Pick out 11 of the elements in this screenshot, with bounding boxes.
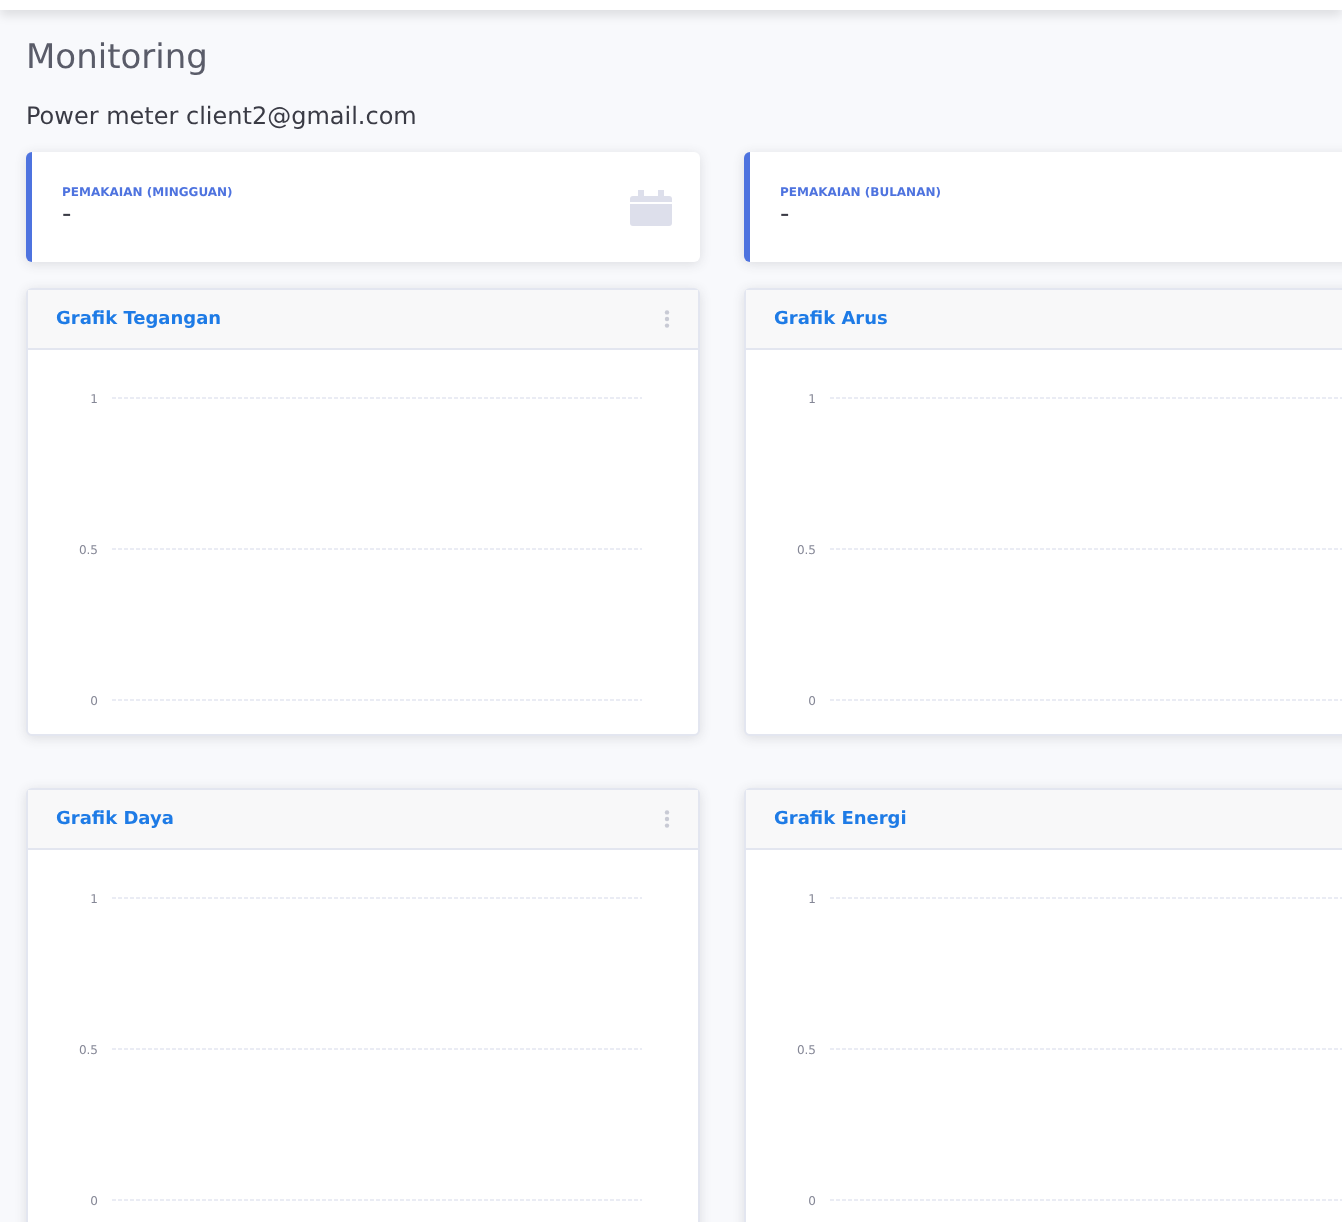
stat-value: -	[62, 201, 74, 229]
calendar-icon	[630, 189, 672, 225]
page-subtitle: Power meter client2@gmail.com	[26, 102, 419, 130]
page-title: Monitoring	[26, 38, 210, 78]
kebab-menu-icon[interactable]	[664, 810, 670, 828]
chart-title: Grafik Arus	[774, 309, 888, 329]
stat-value: -	[780, 201, 792, 229]
chart-title: Grafik Daya	[56, 809, 174, 829]
kebab-menu-icon[interactable]	[664, 310, 670, 328]
chart-title: Grafik Energi	[774, 809, 907, 829]
chart-title: Grafik Tegangan	[56, 309, 222, 329]
